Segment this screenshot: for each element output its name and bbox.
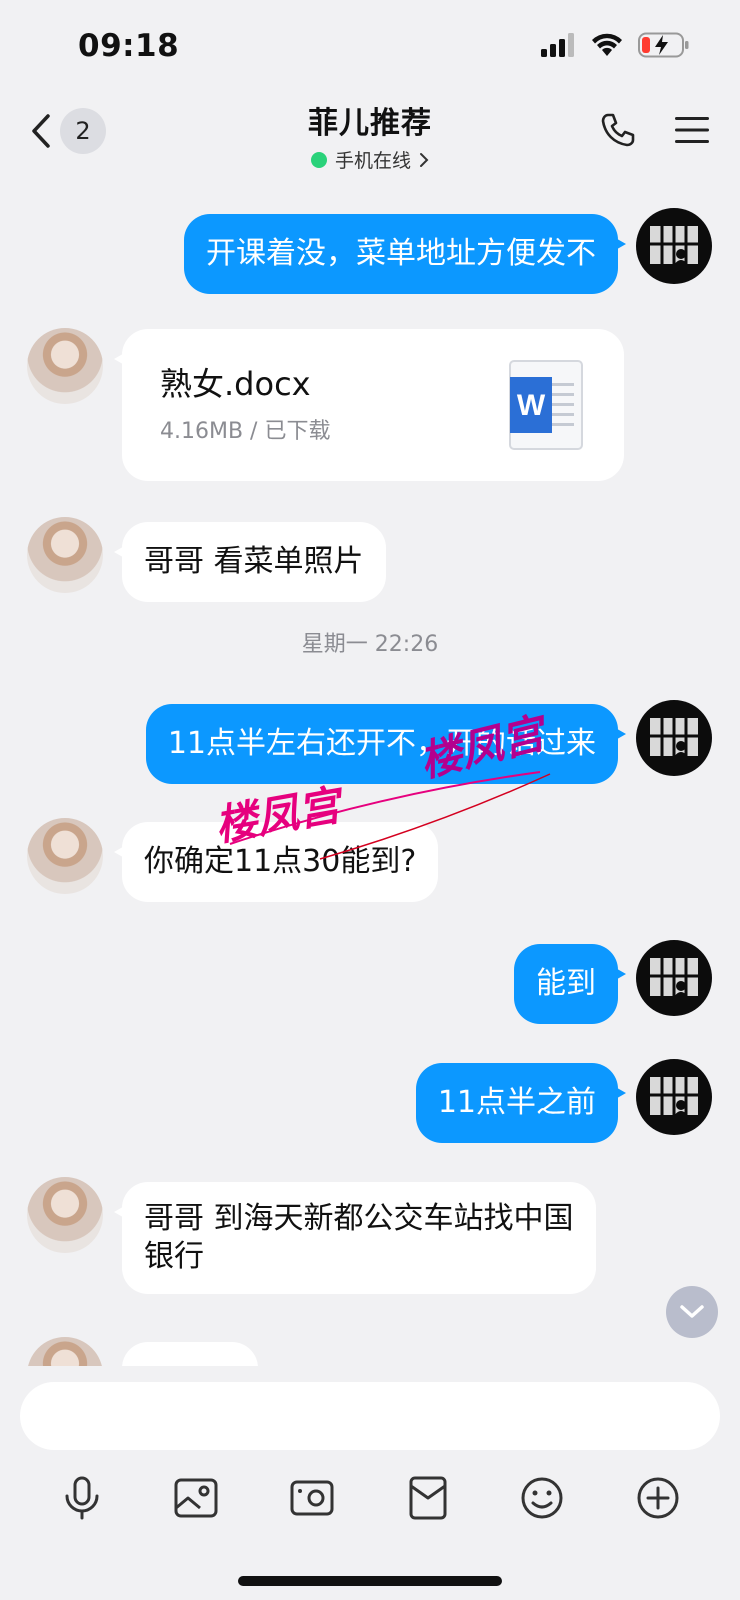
home-indicator <box>238 1576 502 1586</box>
composer <box>0 1366 740 1600</box>
timestamp-divider: 星期一 22:26 <box>301 632 439 657</box>
contact-avatar[interactable] <box>27 1337 103 1366</box>
message-bubble-incoming[interactable]: 哥哥 看菜单照片 <box>114 522 386 602</box>
message-input[interactable] <box>20 1382 720 1450</box>
menu-icon[interactable] <box>674 115 710 145</box>
phone-call-icon[interactable] <box>600 112 636 148</box>
contact-avatar[interactable] <box>27 1177 103 1253</box>
file-name: 熟女.docx <box>160 365 311 403</box>
message-line: 银行 <box>144 1239 204 1274</box>
emoji-button[interactable] <box>512 1468 572 1528</box>
chevron-down-icon <box>680 1305 704 1318</box>
scroll-to-bottom-button[interactable] <box>666 1286 718 1338</box>
file-meta: 4.16MB / 已下载 <box>160 419 331 444</box>
composer-toolbar <box>0 1468 740 1532</box>
message-bubble-outgoing[interactable]: 11点半之前 <box>415 1063 627 1143</box>
battery-charging-icon <box>638 32 689 58</box>
my-avatar[interactable] <box>636 208 712 284</box>
window-silhouette-icon <box>650 958 698 1000</box>
message-list[interactable]: 开课着没，菜单地址方便发不 熟女.docx 4.16MB / 已下载 W 哥哥 … <box>0 174 740 1366</box>
status-icons <box>540 32 690 58</box>
signal-icon <box>541 33 574 57</box>
file-message-card[interactable]: 熟女.docx 4.16MB / 已下载 W <box>114 329 624 481</box>
my-avatar[interactable] <box>636 1059 712 1135</box>
word-document-icon: W <box>509 360 583 450</box>
message-line: 哥哥 到海天新都公交车站找中国 <box>144 1201 574 1236</box>
message-bubble-incoming[interactable]: 哥哥 到海天新都公交车站找中国 银行 <box>114 1182 596 1294</box>
chevron-right-icon <box>420 152 429 167</box>
plus-icon <box>637 1477 679 1519</box>
message-bubble-outgoing[interactable]: 能到 <box>514 944 626 1024</box>
more-button[interactable] <box>628 1468 688 1528</box>
window-silhouette-icon <box>650 226 698 268</box>
wifi-icon <box>592 33 622 56</box>
status-time: 09:18 <box>78 28 180 64</box>
red-packet-button[interactable] <box>398 1468 458 1528</box>
message-bubble-incoming-partial[interactable] <box>122 1342 258 1366</box>
header-actions <box>600 112 710 148</box>
contact-avatar[interactable] <box>27 328 103 404</box>
voice-button[interactable] <box>52 1468 112 1528</box>
window-silhouette-icon <box>650 1077 698 1119</box>
watermark-stroke <box>229 771 551 860</box>
presence-text: 手机在线 <box>334 150 411 172</box>
status-bar: 09:18 <box>0 0 740 96</box>
contact-avatar[interactable] <box>27 818 103 894</box>
svg-text:W: W <box>517 389 546 422</box>
presence-status[interactable]: 手机在线 <box>310 146 429 173</box>
online-dot-icon <box>310 151 327 168</box>
camera-button[interactable] <box>282 1468 342 1528</box>
contact-avatar[interactable] <box>27 517 103 593</box>
red-packet-icon <box>409 1476 447 1520</box>
my-avatar[interactable] <box>636 940 712 1016</box>
emoji-icon <box>521 1477 563 1519</box>
message-bubble-outgoing[interactable]: 开课着没，菜单地址方便发不 <box>184 214 626 294</box>
my-avatar[interactable] <box>636 700 712 776</box>
photo-button[interactable] <box>166 1468 226 1528</box>
microphone-icon <box>65 1476 99 1520</box>
camera-icon <box>290 1480 334 1516</box>
image-icon <box>174 1478 218 1518</box>
chat-header: 2 菲儿推荐 手机在线 <box>0 96 740 174</box>
window-silhouette-icon <box>650 718 698 760</box>
